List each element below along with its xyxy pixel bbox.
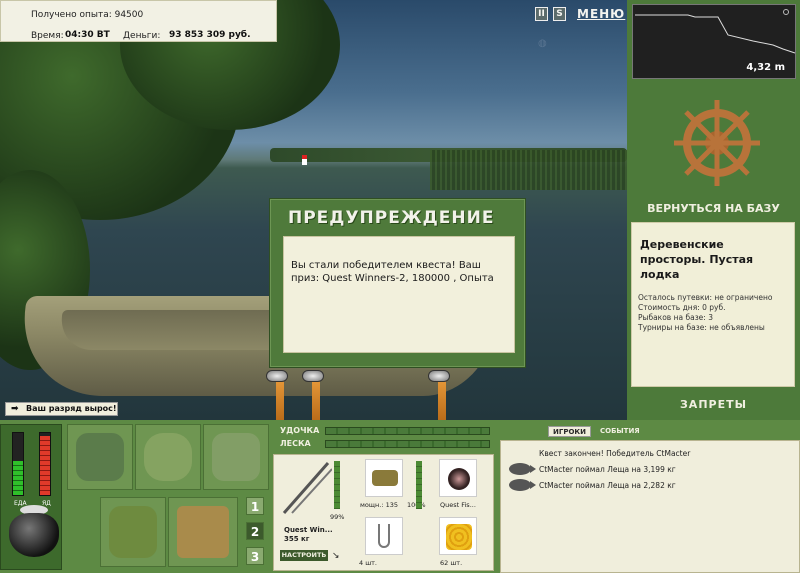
cauldron-icon[interactable] <box>9 513 59 557</box>
player-info-panel: Получено опыта: 94500 Время: 04:30 ВТ Де… <box>0 0 277 42</box>
reel-icon[interactable] <box>428 370 450 382</box>
page-button-1[interactable]: 1 <box>246 497 264 515</box>
hook-icon <box>378 524 390 548</box>
tab-players[interactable]: ИГРОКИ <box>548 426 591 437</box>
tackle-panel: 99% Quest Win... 355 кг НАСТРОИТЬ ↘ мощн… <box>273 454 494 571</box>
food-gauge <box>12 432 24 496</box>
bucket-icon <box>177 506 229 558</box>
lake-name: Деревенские просторы. Пустая лодка <box>640 238 754 281</box>
time-label: Время: <box>31 31 64 41</box>
line-label: ЛЕСКА <box>280 439 311 448</box>
reel-icon[interactable] <box>302 370 324 382</box>
inventory-slot[interactable] <box>67 424 133 490</box>
right-panel: 4,32 m ВЕРНУТЬСЯ НА БАЗУ Деревенские про… <box>627 0 800 420</box>
line-spool-icon <box>448 468 470 490</box>
fishing-float <box>302 155 307 165</box>
reel-slot[interactable] <box>365 459 403 497</box>
sound-icon[interactable]: S <box>553 7 566 21</box>
experience-text: Получено опыта: 94500 <box>31 10 144 20</box>
rod-name: Quest Win... <box>284 526 333 534</box>
stat-line: Осталось путевки: не ограничено <box>638 293 773 302</box>
map-icon <box>212 433 260 481</box>
fatigue-gauge-fill <box>40 436 50 495</box>
rod-stand[interactable] <box>438 378 446 420</box>
line-name: Quest Fis... <box>440 501 476 509</box>
setup-button[interactable]: НАСТРОИТЬ <box>280 550 328 561</box>
events-panel: ИГРОКИ СОБЫТИЯ Квест закончен! Победител… <box>500 420 800 573</box>
fatigue-gauge <box>39 432 51 496</box>
inventory-slot[interactable] <box>203 424 269 490</box>
events-list: Квест закончен! Победитель CtMacter CtMa… <box>500 440 800 573</box>
arrow-down-right-icon[interactable]: ↘ <box>332 551 340 561</box>
stat-line: Рыбаков на базе: 3 <box>638 313 713 322</box>
inventory-slot[interactable] <box>168 497 238 567</box>
rod-icon[interactable] <box>278 459 333 515</box>
hook-slot[interactable] <box>365 517 403 555</box>
tackle-box-icon <box>76 433 124 481</box>
line-strength-bar <box>325 440 490 448</box>
food-gauge-fill <box>13 460 23 495</box>
page-button-3[interactable]: 3 <box>246 547 264 565</box>
money-label: Деньги: <box>123 31 161 41</box>
inventory-slot[interactable] <box>135 424 201 490</box>
watermark-logo: ◍ <box>538 38 547 49</box>
page-button-2[interactable]: 2 <box>246 522 264 540</box>
game-screen: { "info": { "exp_label": "Получено опыта… <box>0 0 800 573</box>
rod-condition-bar <box>334 461 340 509</box>
hook-count: 4 шт. <box>359 559 378 567</box>
pause-icon[interactable]: II <box>535 7 548 21</box>
time-value: 04:30 ВТ <box>65 30 110 40</box>
reel-name: мощн.: 135 <box>360 501 398 509</box>
rod-weight: 355 кг <box>284 535 310 543</box>
fish-icon <box>509 463 536 475</box>
depth-map: 4,32 m <box>632 4 796 79</box>
reeds <box>430 150 627 190</box>
rod-stand[interactable] <box>276 378 284 420</box>
bait-count: 62 шт. <box>440 559 463 567</box>
rod-stand[interactable] <box>312 378 320 420</box>
bait-bag-icon <box>144 433 192 481</box>
dialog-message: Вы стали победителем квеста! Ваш приз: Q… <box>283 236 515 353</box>
tab-events[interactable]: СОБЫТИЯ <box>596 426 644 437</box>
dialog-title: ПРЕДУПРЕЖДЕНИЕ <box>288 208 495 228</box>
fish-icon <box>509 479 536 491</box>
depth-value: 4,32 m <box>746 62 785 73</box>
return-to-base-button[interactable]: ВЕРНУТЬСЯ НА БАЗУ <box>627 202 800 215</box>
event-line: Квест закончен! Победитель CtMacter <box>539 449 691 458</box>
rod-strength-bar <box>325 427 490 435</box>
rod-percent: 99% <box>330 513 345 521</box>
close-icon[interactable] <box>783 9 789 15</box>
arrow-right-icon: ➡ <box>11 404 19 414</box>
stat-line: Стоимость дня: 0 руб. <box>638 303 726 312</box>
reel-condition-bar <box>416 461 422 509</box>
bans-button[interactable]: ЗАПРЕТЫ <box>627 398 800 411</box>
bait-slot[interactable] <box>439 517 477 555</box>
money-value: 93 853 309 руб. <box>169 30 251 40</box>
rank-text: Ваш разряд вырос! <box>26 404 117 413</box>
inventory-slot[interactable] <box>100 497 166 567</box>
corn-bait-icon <box>446 524 472 550</box>
rod-label: УДОЧКА <box>280 426 320 435</box>
event-line: CtMacter поймал Леща на 3,199 кг <box>539 465 676 474</box>
food-basket-icon <box>109 506 157 558</box>
stat-line: Турниры на базе: не объявлены <box>638 323 765 332</box>
event-line: CtMacter поймал Леща на 2,282 кг <box>539 481 676 490</box>
reel-icon[interactable] <box>266 370 288 382</box>
lake-info-panel: Деревенские просторы. Пустая лодка Остал… <box>631 222 795 387</box>
ship-wheel-icon[interactable] <box>672 98 762 188</box>
reel-icon <box>372 470 398 486</box>
line-slot[interactable] <box>439 459 477 497</box>
warning-dialog[interactable]: ПРЕДУПРЕЖДЕНИЕ Вы стали победителем квес… <box>269 198 526 368</box>
menu-button[interactable]: МЕНЮ <box>577 7 625 21</box>
rod-graphic <box>282 462 333 514</box>
rank-notice[interactable]: ➡ Ваш разряд вырос! <box>5 402 118 416</box>
